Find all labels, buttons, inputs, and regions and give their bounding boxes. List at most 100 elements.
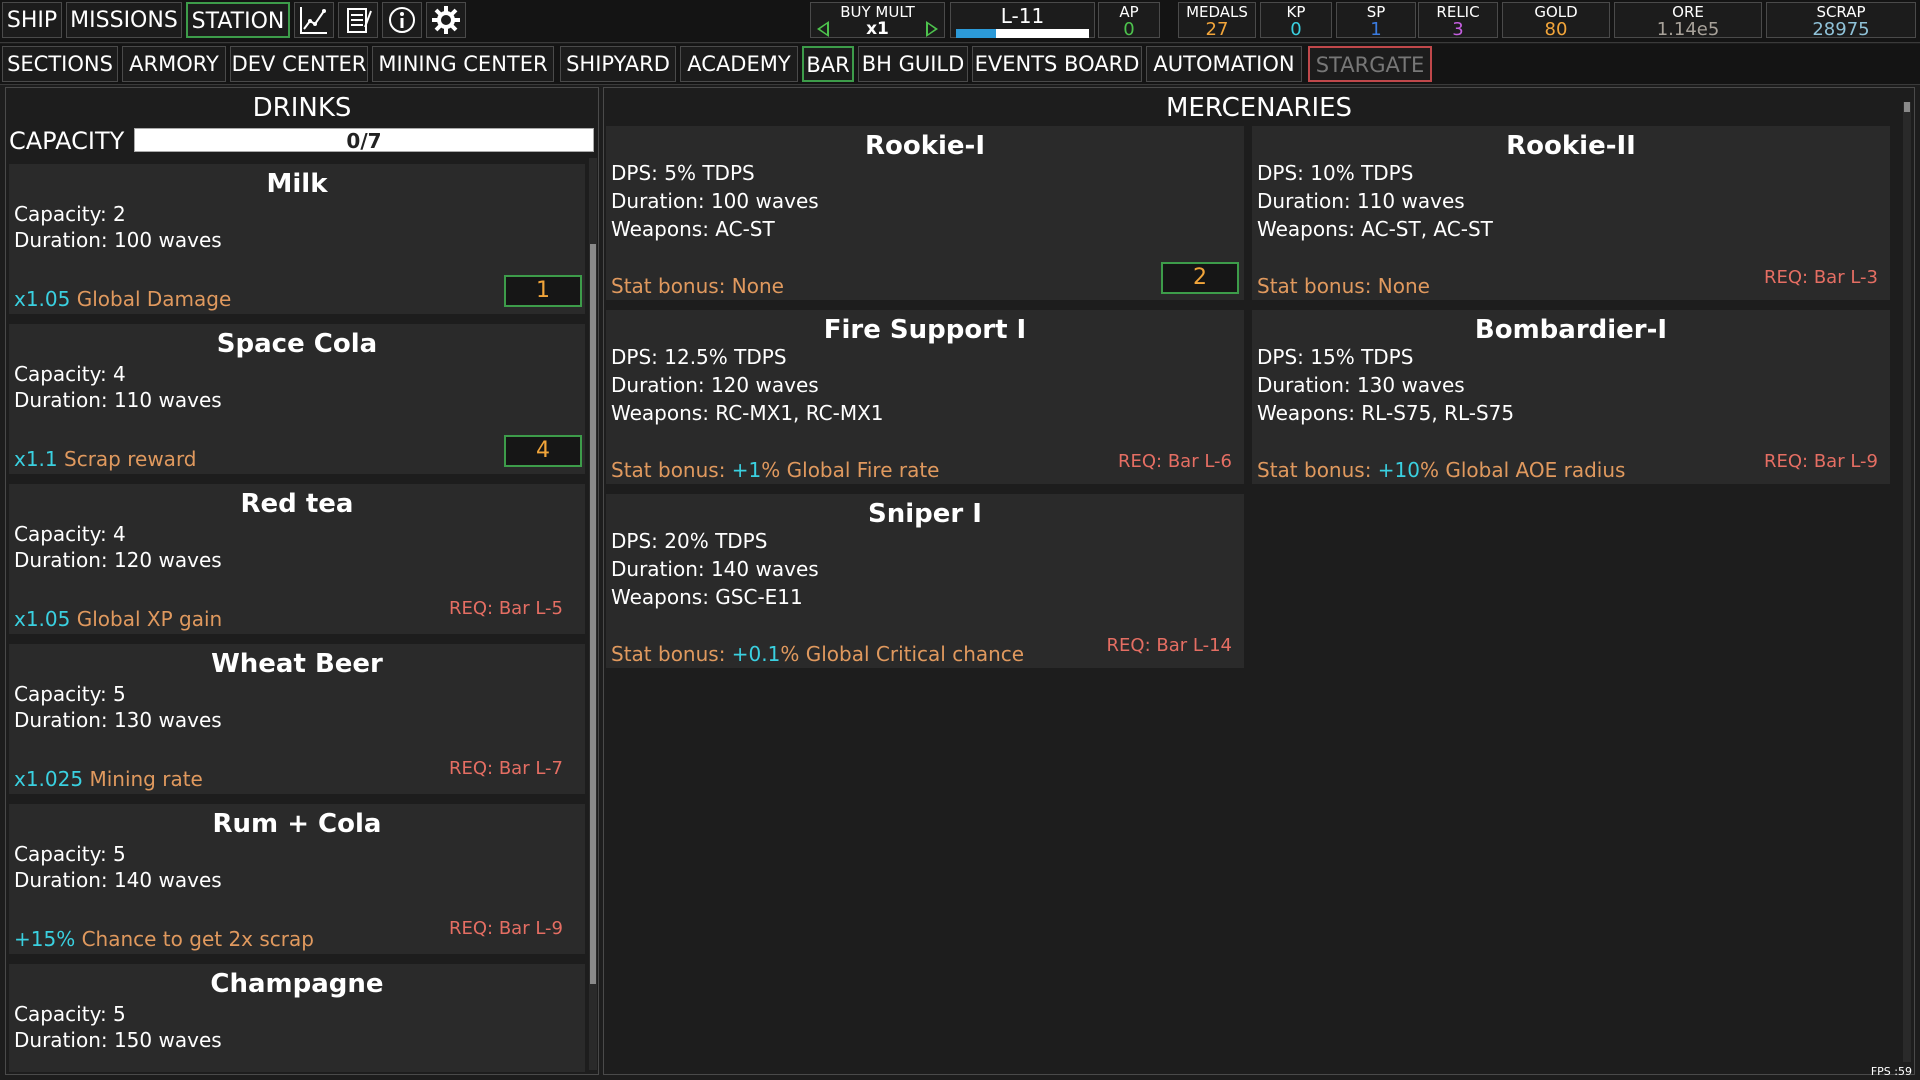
merc-stat-bonus-suffix: % Global AOE radius [1420,458,1625,482]
tab-dev-center[interactable]: DEV CENTER [230,46,368,82]
merc-weapons: Weapons: AC-ST [611,216,775,242]
stat-ore: ORE1.14e5 [1614,2,1762,38]
station-level-progress-bar [956,29,1089,38]
buy-mult-decrease-icon[interactable] [817,21,829,37]
merc-name: Rookie-I [606,130,1244,162]
merc-card-fire-support-i[interactable]: Fire Support IDPS: 12.5% TDPSDuration: 1… [606,310,1244,484]
drink-card-space-cola[interactable]: Space ColaCapacity: 4Duration: 110 waves… [9,324,585,474]
tab-automation[interactable]: AUTOMATION [1146,46,1302,82]
tab-stargate[interactable]: STARGATE [1308,46,1432,82]
merc-stat-bonus-prefix: Stat bonus: [611,458,732,482]
merc-dps: DPS: 5% TDPS [611,160,755,186]
drink-card-rum-cola[interactable]: Rum + ColaCapacity: 5Duration: 140 waves… [9,804,585,954]
drink-count-box[interactable]: 1 [504,275,582,307]
merc-stat-bonus-value: +1 [732,458,761,482]
station-level: L-11 [950,2,1095,38]
stat-medals-value: 27 [1179,21,1255,39]
merc-dps: DPS: 12.5% TDPS [611,344,787,370]
drink-requirement: REQ: Bar L-5 [449,597,563,621]
merc-card-rookie-i[interactable]: Rookie-IDPS: 5% TDPSDuration: 100 wavesW… [606,126,1244,300]
drink-name: Champagne [9,968,585,1000]
merc-name: Fire Support I [606,314,1244,346]
merc-count-box[interactable]: 2 [1161,262,1239,294]
drink-card-red-tea[interactable]: Red teaCapacity: 4Duration: 120 waves x1.… [9,484,585,634]
tab-mining-center[interactable]: MINING CENTER [372,46,554,82]
chart-icon[interactable] [294,2,334,38]
drink-card-wheat-beer[interactable]: Wheat BeerCapacity: 5Duration: 130 waves… [9,644,585,794]
merc-dps: DPS: 15% TDPS [1257,344,1413,370]
merc-duration: Duration: 140 waves [611,556,819,582]
drinks-list: MilkCapacity: 2Duration: 100 wavesx1.05 … [9,162,589,1072]
mercenaries-panel: MERCENARIES Rookie-IDPS: 5% TDPSDuration… [603,87,1915,1075]
drink-bonus-multiplier: x1.025 [14,767,83,791]
drink-duration: Duration: 130 waves [14,707,222,733]
tab-bh-guild[interactable]: BH GUILD [858,46,968,82]
stat-relic: RELIC3 [1418,2,1498,38]
drinks-scrollbar[interactable] [589,158,597,1070]
nav-missions-button[interactable]: MISSIONS [66,2,182,38]
merc-requirement: REQ: Bar L-9 [1764,450,1878,474]
drinks-scrollbar-thumb[interactable] [590,244,596,984]
stat-sp: SP1 [1336,2,1416,38]
stat-sp-value: 1 [1337,21,1415,39]
merc-requirement: REQ: Bar L-14 [1107,634,1232,658]
merc-stat-bonus-value: +10 [1378,458,1420,482]
buy-mult-increase-icon[interactable] [926,21,938,37]
drink-capacity: Capacity: 5 [14,841,126,867]
drink-bonus: x1.1 Scrap reward [14,446,197,472]
drinks-title: DRINKS [6,92,598,124]
merc-card-sniper-i[interactable]: Sniper IDPS: 20% TDPSDuration: 140 waves… [606,494,1244,668]
drink-card-champagne[interactable]: ChampagneCapacity: 5Duration: 150 waves [9,964,585,1072]
mercenaries-title: MERCENARIES [604,92,1914,124]
tab-shipyard[interactable]: SHIPYARD [560,46,676,82]
drink-name: Red tea [9,488,585,520]
merc-stat-bonus-suffix: % Global Fire rate [761,458,939,482]
drink-card-milk[interactable]: MilkCapacity: 2Duration: 100 wavesx1.05 … [9,164,585,314]
merc-card-rookie-ii[interactable]: Rookie-IIDPS: 10% TDPSDuration: 110 wave… [1252,126,1890,300]
info-icon[interactable] [382,2,422,38]
tab-sections[interactable]: SECTIONS [2,46,118,82]
merc-duration: Duration: 130 waves [1257,372,1465,398]
merc-stat-bonus: Stat bonus: +1% Global Fire rate [611,457,939,483]
stat-kp-value: 0 [1261,21,1331,39]
drink-name: Rum + Cola [9,808,585,840]
mercenaries-scrollbar[interactable] [1903,102,1911,1062]
buy-mult-control: BUY MULT x1 [810,2,945,38]
drink-duration: Duration: 120 waves [14,547,222,573]
stat-ap-value: 0 [1099,21,1159,39]
drink-bonus: x1.05 Global XP gain [14,606,222,632]
stat-ap: AP0 [1098,2,1160,38]
capacity-label: CAPACITY [9,126,124,156]
nav-station-button[interactable]: STATION [186,2,290,38]
merc-stat-bonus-prefix: Stat bonus: None [1257,274,1430,298]
drink-capacity: Capacity: 4 [14,521,126,547]
merc-weapons: Weapons: RL-S75, RL-S75 [1257,400,1514,426]
mercenaries-scrollbar-thumb[interactable] [1904,102,1910,112]
top-bar: SHIP MISSIONS STATION BUY MULT x1 L-11 A… [0,0,1920,43]
tab-events-board[interactable]: EVENTS BOARD [972,46,1142,82]
drink-bonus-multiplier: x1.1 [14,447,58,471]
drink-duration: Duration: 140 waves [14,867,222,893]
tab-bar[interactable]: BAR [802,46,854,82]
drinks-panel: DRINKS CAPACITY 0/7 MilkCapacity: 2Durat… [5,87,599,1075]
drink-requirement: REQ: Bar L-9 [449,917,563,941]
merc-stat-bonus-prefix: Stat bonus: [1257,458,1378,482]
stat-medals: MEDALS27 [1178,2,1256,38]
drink-name: Wheat Beer [9,648,585,680]
drink-capacity: Capacity: 5 [14,681,126,707]
merc-requirement: REQ: Bar L-6 [1118,450,1232,474]
fps-counter: FPS :59 [1871,1065,1912,1078]
tab-academy[interactable]: ACADEMY [680,46,798,82]
nav-ship-button[interactable]: SHIP [2,2,62,38]
tab-armory[interactable]: ARMORY [122,46,226,82]
capacity-value: 0/7 [135,129,593,153]
merc-stat-bonus-prefix: Stat bonus: None [611,274,784,298]
gear-icon[interactable] [426,2,466,38]
drink-count-box[interactable]: 4 [504,435,582,467]
drink-requirement: REQ: Bar L-7 [449,757,563,781]
merc-dps: DPS: 20% TDPS [611,528,767,554]
merc-card-bombardier-i[interactable]: Bombardier-IDPS: 15% TDPSDuration: 130 w… [1252,310,1890,484]
drink-duration: Duration: 100 waves [14,227,222,253]
merc-stat-bonus-prefix: Stat bonus: [611,642,732,666]
notes-icon[interactable] [338,2,378,38]
